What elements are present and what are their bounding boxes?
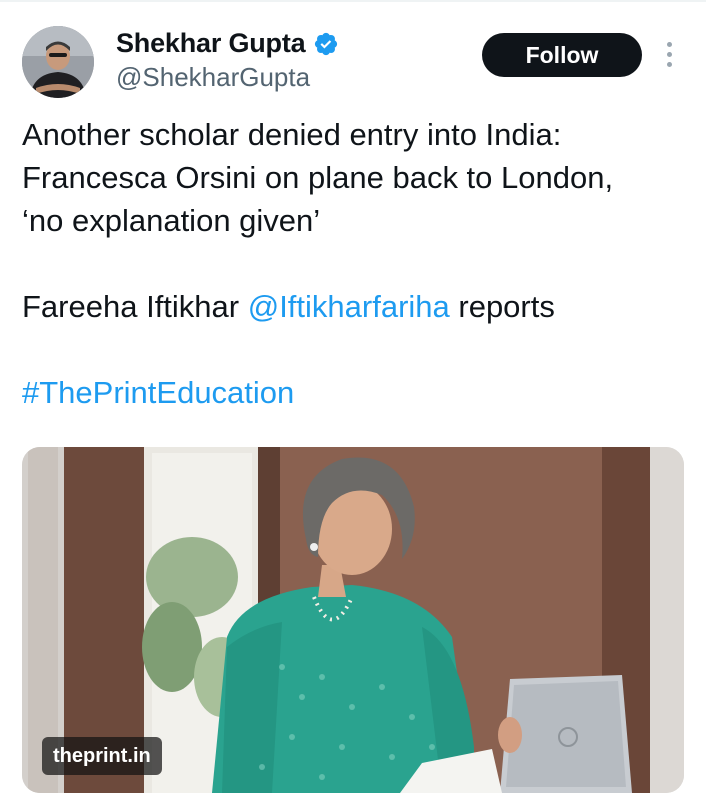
- avatar-photo: [22, 26, 94, 98]
- tweet-body: Another scholar denied entry into India:…: [22, 113, 686, 414]
- author-name[interactable]: Shekhar Gupta: [116, 28, 306, 59]
- author-handle[interactable]: @ShekharGupta: [116, 62, 310, 93]
- tweet-line: ‘no explanation given’: [22, 203, 321, 238]
- hashtag-link[interactable]: #ThePrintEducation: [22, 375, 294, 410]
- tweet-line: Francesca Orsini on plane back to London…: [22, 160, 614, 195]
- byline-suffix: reports: [449, 289, 555, 324]
- author-name-row: Shekhar Gupta: [116, 28, 339, 59]
- follow-button[interactable]: Follow: [482, 33, 642, 77]
- byline-prefix: Fareeha Iftikhar: [22, 289, 248, 324]
- top-divider: [0, 0, 706, 2]
- tweet-line: Another scholar denied entry into India:: [22, 117, 562, 152]
- verified-badge-icon: [315, 32, 338, 55]
- mention-link[interactable]: @Iftikharfariha: [248, 289, 450, 324]
- tweet-byline: Fareeha Iftikhar @Iftikharfariha reports: [22, 285, 686, 328]
- more-vertical-icon[interactable]: [662, 40, 676, 70]
- author-avatar[interactable]: [22, 26, 94, 98]
- source-label: theprint.in: [42, 737, 162, 775]
